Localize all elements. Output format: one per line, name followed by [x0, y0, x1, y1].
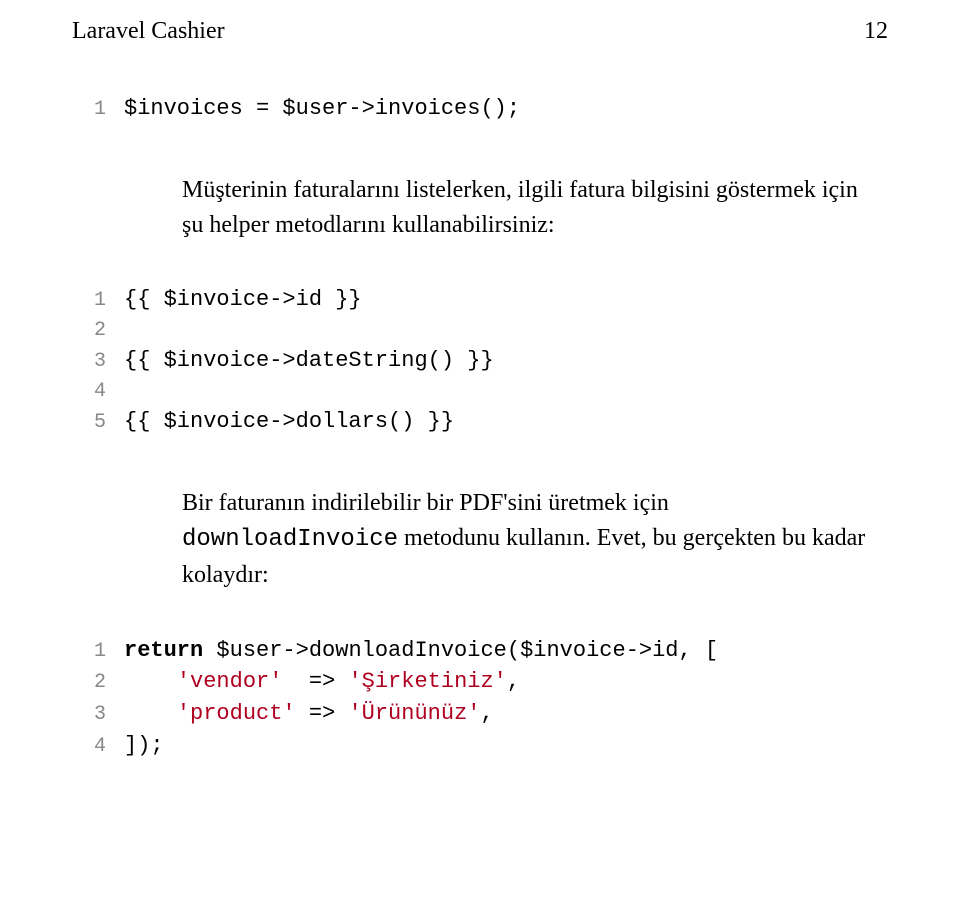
- code-line: 2 'vendor' => 'Şirketiniz',: [72, 666, 888, 698]
- code-text: return $user->downloadInvoice($invoice->…: [106, 635, 718, 667]
- code-token: ,: [480, 701, 493, 726]
- code-block-invoices: 1 $invoices = $user->invoices();: [72, 93, 888, 125]
- line-number: 4: [72, 377, 106, 406]
- code-line: 5 {{ $invoice->dollars() }}: [72, 406, 888, 438]
- code-line: 3 'product' => 'Ürününüz',: [72, 698, 888, 730]
- code-line: 2: [72, 316, 888, 345]
- code-text: {{ $invoice->id }}: [106, 284, 362, 316]
- string-token: 'Şirketiniz': [348, 669, 506, 694]
- code-line: 3 {{ $invoice->dateString() }}: [72, 345, 888, 377]
- code-line: 4: [72, 377, 888, 406]
- code-text: {{ $invoice->dateString() }}: [106, 345, 494, 377]
- page-content: Laravel Cashier 12 1 $invoices = $user->…: [0, 0, 960, 846]
- code-token: =>: [282, 669, 348, 694]
- line-number: 5: [72, 408, 106, 437]
- code-line: 1 {{ $invoice->id }}: [72, 284, 888, 316]
- code-token: [124, 701, 177, 726]
- header-title: Laravel Cashier: [72, 18, 225, 45]
- running-header: Laravel Cashier 12: [72, 18, 888, 45]
- keyword-token: return: [124, 638, 203, 663]
- line-number: 1: [72, 95, 106, 124]
- line-number: 3: [72, 700, 106, 729]
- code-token: ,: [507, 669, 520, 694]
- line-number: 2: [72, 316, 106, 345]
- code-line: 1 return $user->downloadInvoice($invoice…: [72, 635, 888, 667]
- code-text: $invoices = $user->invoices();: [106, 93, 520, 125]
- inline-code: downloadInvoice: [182, 526, 398, 553]
- line-number: 1: [72, 286, 106, 315]
- code-line: 1 $invoices = $user->invoices();: [72, 93, 888, 125]
- text-run: Bir faturanın indirilebilir bir PDF'sini…: [182, 490, 669, 516]
- code-text: ]);: [106, 730, 164, 762]
- page-number: 12: [864, 18, 888, 45]
- string-token: 'product': [177, 701, 296, 726]
- string-token: 'Ürününüz': [348, 701, 480, 726]
- line-number: 3: [72, 347, 106, 376]
- line-number: 2: [72, 668, 106, 697]
- paragraph: Bir faturanın indirilebilir bir PDF'sini…: [182, 486, 872, 592]
- line-number: 1: [72, 637, 106, 666]
- code-token: =>: [296, 701, 349, 726]
- code-block-invoice-helpers: 1 {{ $invoice->id }} 2 3 {{ $invoice->da…: [72, 284, 888, 438]
- code-block-download-invoice: 1 return $user->downloadInvoice($invoice…: [72, 635, 888, 763]
- paragraph: Müşterinin faturalarını listelerken, ilg…: [182, 173, 872, 243]
- string-token: 'vendor': [177, 669, 283, 694]
- line-number: 4: [72, 732, 106, 761]
- code-line: 4 ]);: [72, 730, 888, 762]
- code-text: 'vendor' => 'Şirketiniz',: [106, 666, 520, 698]
- code-text: {{ $invoice->dollars() }}: [106, 406, 454, 438]
- code-text: 'product' => 'Ürününüz',: [106, 698, 494, 730]
- code-token: $user->downloadInvoice($invoice->id, [: [203, 638, 718, 663]
- code-token: [124, 669, 177, 694]
